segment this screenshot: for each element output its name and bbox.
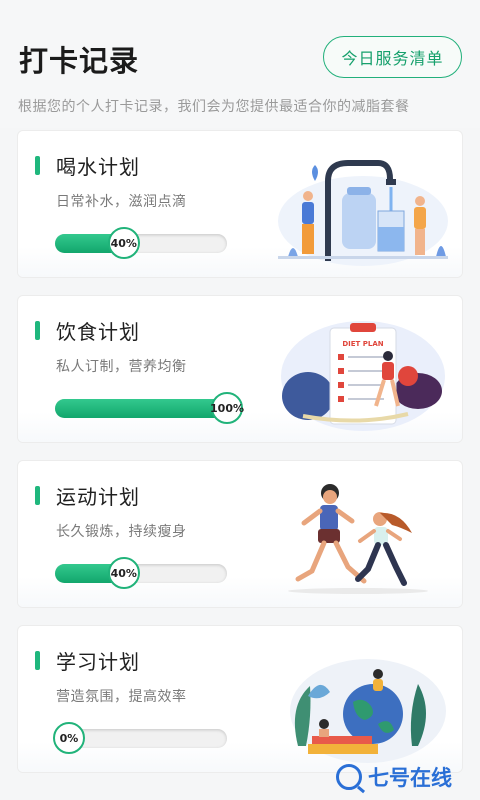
plan-desc: 长久锻炼，持续瘦身 [56, 524, 187, 540]
watermark: 七号在线 [336, 762, 452, 792]
progress-label: 100% [210, 392, 244, 424]
plan-name: 喝水计划 [56, 155, 140, 179]
watermark-text: 七号在线 [368, 766, 452, 790]
progress-label: 40% [107, 227, 140, 259]
accent-bar [35, 156, 40, 175]
plan-desc: 私人订制，营养均衡 [56, 359, 187, 375]
plan-name: 饮食计划 [56, 320, 140, 344]
check-in-page: 打卡记录 今日服务清单 根据您的个人打卡记录，我们会为您提供最适合你的减脂套餐 … [0, 0, 480, 800]
accent-bar [35, 651, 40, 670]
plan-card-exercise[interactable]: 运动计划 长久锻炼，持续瘦身 40% [17, 460, 463, 608]
diet-plan-text: DIET PLAN [342, 340, 383, 348]
progress-bar: 100% [55, 392, 244, 424]
plan-card-water[interactable]: 喝水计划 日常补水，滋润点滴 40% [17, 130, 463, 278]
running-illustration [288, 484, 428, 594]
plan-card-diet[interactable]: 饮食计划 私人订制，营养均衡 100% DIET PLAN [17, 295, 463, 443]
progress-label: 0% [53, 722, 85, 754]
plan-desc: 营造氛围，提高效率 [56, 689, 187, 705]
progress-bar: 40% [55, 557, 227, 589]
plan-card-study[interactable]: 学习计划 营造氛围，提高效率 0% [17, 625, 463, 773]
today-service-list-button[interactable]: 今日服务清单 [323, 36, 462, 78]
study-illustration [290, 659, 446, 763]
progress-bar: 40% [55, 227, 227, 259]
water-illustration [278, 160, 448, 266]
plan-name: 运动计划 [56, 485, 140, 509]
progress-label: 40% [107, 557, 140, 589]
diet-illustration: DIET PLAN [281, 321, 445, 431]
page-subtitle: 根据您的个人打卡记录，我们会为您提供最适合你的减脂套餐 [18, 99, 410, 115]
accent-bar [35, 321, 40, 340]
page-title: 打卡记录 [19, 44, 140, 78]
search-logo-icon [336, 764, 362, 790]
progress-bar: 0% [53, 722, 227, 754]
plan-desc: 日常补水，滋润点滴 [56, 194, 187, 210]
plan-name: 学习计划 [56, 650, 140, 674]
accent-bar [35, 486, 40, 505]
